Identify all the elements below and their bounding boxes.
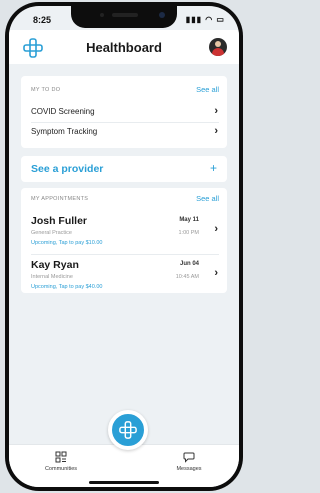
chevron-right-icon: › (214, 267, 218, 279)
status-icons: ▮▮▮ ◠ ▭ (185, 15, 225, 24)
sensor-dot (100, 13, 104, 17)
communities-icon (55, 451, 67, 463)
tab-label: Communities (44, 466, 78, 472)
todo-item-symptom-tracking[interactable]: Symptom Tracking › (21, 122, 227, 142)
todo-see-all-link[interactable]: See all (196, 85, 219, 94)
appointment-specialty: General Practice (31, 230, 72, 236)
header: Healthboard (9, 30, 239, 64)
see-provider-label: See a provider (31, 163, 104, 175)
screen: 8:25 ▮▮▮ ◠ ▭ Healthboard MY TO DO See al… (9, 6, 239, 487)
tab-bar: Communities Messages (9, 444, 239, 487)
appointment-specialty: Internal Medicine (31, 274, 73, 280)
todo-item-covid-screening[interactable]: COVID Screening › (21, 102, 227, 122)
avatar-head (215, 41, 221, 47)
tab-communities[interactable]: Communities (31, 451, 91, 472)
see-provider-button[interactable]: See a provider + (21, 156, 227, 182)
appointments-see-all-link[interactable]: See all (196, 194, 219, 203)
tab-messages[interactable]: Messages (159, 451, 219, 472)
appointment-date: Jun 04 (179, 261, 199, 267)
notch (71, 6, 177, 28)
appointments-card: MY APPOINTMENTS See all Josh Fuller May … (21, 188, 227, 293)
status-time: 8:25 (33, 15, 52, 25)
tab-label: Messages (176, 466, 202, 472)
home-indicator (89, 481, 159, 484)
healthboard-cross-icon (119, 421, 137, 439)
appointment-date: May 11 (179, 217, 199, 223)
message-bubble-icon (183, 452, 195, 463)
appointment-pay-link[interactable]: Upcoming, Tap to pay $40.00 (31, 284, 102, 290)
appointment-pay-link[interactable]: Upcoming, Tap to pay $10.00 (31, 240, 102, 246)
divider (31, 254, 219, 255)
chevron-right-icon: › (214, 223, 218, 235)
todo-item-label: COVID Screening (31, 107, 95, 116)
phone-frame: 8:25 ▮▮▮ ◠ ▭ Healthboard MY TO DO See al… (5, 2, 243, 491)
avatar-body (212, 48, 224, 56)
todo-section-label: MY TO DO (31, 87, 61, 93)
speaker (112, 13, 138, 17)
appointment-time: 10:45 AM (175, 274, 199, 280)
todo-card: MY TO DO See all COVID Screening › Sympt… (21, 76, 227, 148)
appointment-time: 1:00 PM (178, 230, 199, 236)
appointments-section-label: MY APPOINTMENTS (31, 196, 89, 202)
chevron-right-icon: › (214, 105, 218, 117)
appointment-doctor-name: Kay Ryan (31, 259, 79, 271)
healthboard-home-button[interactable] (108, 410, 148, 450)
avatar[interactable] (209, 38, 227, 56)
appointment-doctor-name: Josh Fuller (31, 215, 88, 227)
chevron-right-icon: › (214, 125, 218, 137)
page-title: Healthboard (86, 40, 162, 55)
appointment-item[interactable]: Josh Fuller May 11 General Practice 1:00… (21, 212, 227, 258)
plus-icon: + (209, 161, 217, 175)
appointment-item[interactable]: Kay Ryan Jun 04 Internal Medicine 10:45 … (21, 256, 227, 302)
todo-item-label: Symptom Tracking (31, 127, 98, 136)
camera (159, 12, 165, 18)
